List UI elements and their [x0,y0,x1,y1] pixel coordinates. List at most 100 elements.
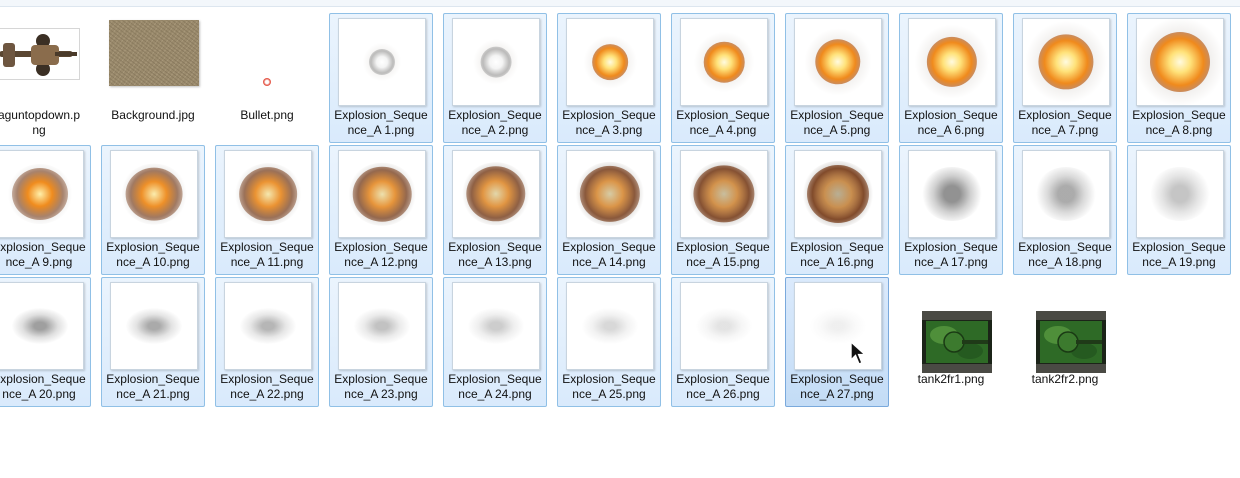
file-item-explosion-sequence-a-4-png[interactable]: Explosion_Seque nce_A 4.png [671,13,775,143]
explosion-sprite [810,308,866,344]
file-item-explosion-sequence-a-11-png[interactable]: Explosion_Seque nce_A 11.png [215,145,319,275]
file-item-explosion-sequence-a-8-png[interactable]: Explosion_Seque nce_A 8.png [1127,13,1231,143]
file-item-explosion-sequence-a-15-png[interactable]: Explosion_Seque nce_A 15.png [671,145,775,275]
file-name-label: Explosion_Seque nce_A 7.png [1018,108,1112,137]
file-item-explosion-sequence-a-10-png[interactable]: Explosion_Seque nce_A 10.png [101,145,205,275]
file-item-bullet-png[interactable]: Bullet.png [215,13,319,143]
file-item-explosion-sequence-a-14-png[interactable]: Explosion_Seque nce_A 14.png [557,145,661,275]
file-item-explosion-sequence-a-20-png[interactable]: Explosion_Seque nce_A 20.png [0,277,91,407]
explosion-sprite [369,49,395,75]
file-thumbnail [680,282,768,370]
file-name-label: Explosion_Seque nce_A 19.png [1132,240,1226,269]
tank-sprite [1036,311,1106,373]
file-item-explosion-sequence-a-26-png[interactable]: Explosion_Seque nce_A 26.png [671,277,775,407]
file-thumbnail [566,282,654,370]
explosion-sprite [703,41,745,83]
file-thumbnail [338,18,426,106]
file-item-explosion-sequence-a-24-png[interactable]: Explosion_Seque nce_A 24.png [443,277,547,407]
file-thumbnail [224,282,312,370]
explosion-sprite [1149,167,1211,221]
file-name-label: Explosion_Seque nce_A 14.png [562,240,656,269]
file-thumbnail [566,150,654,238]
background-sprite [109,20,199,86]
file-item-explosion-sequence-a-25-png[interactable]: Explosion_Seque nce_A 25.png [557,277,661,407]
file-thumbnail [908,18,996,106]
file-item-tank2fr1-png[interactable]: tank2fr1.png [899,277,1003,407]
file-name-label: Explosion_Seque nce_A 4.png [676,108,770,137]
file-name-label: tank2fr1.png [917,372,985,386]
file-name-label: Explosion_Seque nce_A 24.png [448,372,542,401]
file-thumbnail [794,150,882,238]
file-item-explosion-sequence-a-5-png[interactable]: Explosion_Seque nce_A 5.png [785,13,889,143]
file-item-explosion-sequence-a-27-png[interactable]: Explosion_Seque nce_A 27.png [785,277,889,407]
file-name-label: Explosion_Seque nce_A 20.png [0,372,86,401]
file-item-explosion-sequence-a-2-png[interactable]: Explosion_Seque nce_A 2.png [443,13,547,143]
file-thumbnail [338,150,426,238]
file-thumbnail [1022,282,1110,373]
file-name-label: Explosion_Seque nce_A 1.png [334,108,428,137]
file-item-explosion-sequence-a-9-png[interactable]: Explosion_Seque nce_A 9.png [0,145,91,275]
explosion-sprite [239,167,297,221]
file-item-explosion-sequence-a-21-png[interactable]: Explosion_Seque nce_A 21.png [101,277,205,407]
file-item-explosion-sequence-a-18-png[interactable]: Explosion_Seque nce_A 18.png [1013,145,1117,275]
explosion-sprite [1038,34,1094,90]
file-item-background-jpg[interactable]: Background.jpg [101,13,205,143]
file-item-explosion-sequence-a-13-png[interactable]: Explosion_Seque nce_A 13.png [443,145,547,275]
explosion-sprite [125,167,183,221]
file-thumbnail [908,150,996,238]
file-item-explosion-sequence-a-7-png[interactable]: Explosion_Seque nce_A 7.png [1013,13,1117,143]
file-thumbnail [110,150,198,238]
file-item-explosion-sequence-a-22-png[interactable]: Explosion_Seque nce_A 22.png [215,277,319,407]
file-thumbnail [452,18,540,106]
file-name-label: Explosion_Seque nce_A 26.png [676,372,770,401]
explosion-sprite [468,308,524,344]
file-thumbnail [1022,18,1110,106]
file-name-label: Explosion_Seque nce_A 15.png [676,240,770,269]
file-name-label: Background.jpg [111,108,195,122]
file-name-label: Explosion_Seque nce_A 16.png [790,240,884,269]
file-name-label: Explosion_Seque nce_A 17.png [904,240,998,269]
file-name-label: Explosion_Seque nce_A 3.png [562,108,656,137]
file-thumbnail [680,18,768,106]
explosion-sprite [12,168,68,220]
explosion-sprite [1150,32,1210,92]
file-name-label: Explosion_Seque nce_A 2.png [448,108,542,137]
file-thumbnail [110,282,198,370]
file-name-label: Explosion_Seque nce_A 18.png [1018,240,1112,269]
file-item-explosion-sequence-a-19-png[interactable]: Explosion_Seque nce_A 19.png [1127,145,1231,275]
file-item-explosion-sequence-a-12-png[interactable]: Explosion_Seque nce_A 12.png [329,145,433,275]
file-item-explosion-sequence-a-1-png[interactable]: Explosion_Seque nce_A 1.png [329,13,433,143]
file-thumbnail [224,18,312,106]
explosion-sprite [240,308,296,344]
file-name-label: Explosion_Seque nce_A 13.png [448,240,542,269]
file-item-aguntopdown-png[interactable]: aguntopdown.p ng [0,13,91,143]
file-item-explosion-sequence-a-23-png[interactable]: Explosion_Seque nce_A 23.png [329,277,433,407]
explosion-sprite [921,167,983,221]
file-name-label: Explosion_Seque nce_A 23.png [334,372,428,401]
file-item-explosion-sequence-a-3-png[interactable]: Explosion_Seque nce_A 3.png [557,13,661,143]
file-name-label: Explosion_Seque nce_A 8.png [1132,108,1226,137]
file-thumbnail [338,282,426,370]
file-thumbnail [452,282,540,370]
explosion-sprite [807,165,869,223]
file-name-label: Explosion_Seque nce_A 11.png [220,240,314,269]
file-thumbnail [0,282,84,370]
file-thumbnail [452,150,540,238]
explosion-sprite [480,46,512,78]
file-item-explosion-sequence-a-17-png[interactable]: Explosion_Seque nce_A 17.png [899,145,1003,275]
explosion-sprite [582,308,638,344]
explosion-sprite [12,308,68,344]
file-thumbnail [680,150,768,238]
file-thumbnail [0,150,84,238]
file-name-label: Explosion_Seque nce_A 22.png [220,372,314,401]
explosion-sprite [592,44,628,80]
file-thumbnail [224,150,312,238]
file-item-explosion-sequence-a-6-png[interactable]: Explosion_Seque nce_A 6.png [899,13,1003,143]
file-name-label: tank2fr2.png [1031,372,1099,386]
tank-sprite [922,311,992,373]
file-item-tank2fr2-png[interactable]: tank2fr2.png [1013,277,1117,407]
file-item-explosion-sequence-a-16-png[interactable]: Explosion_Seque nce_A 16.png [785,145,889,275]
file-thumbnail [109,18,199,106]
file-thumbnail [0,18,84,106]
file-name-label: Explosion_Seque nce_A 25.png [562,372,656,401]
